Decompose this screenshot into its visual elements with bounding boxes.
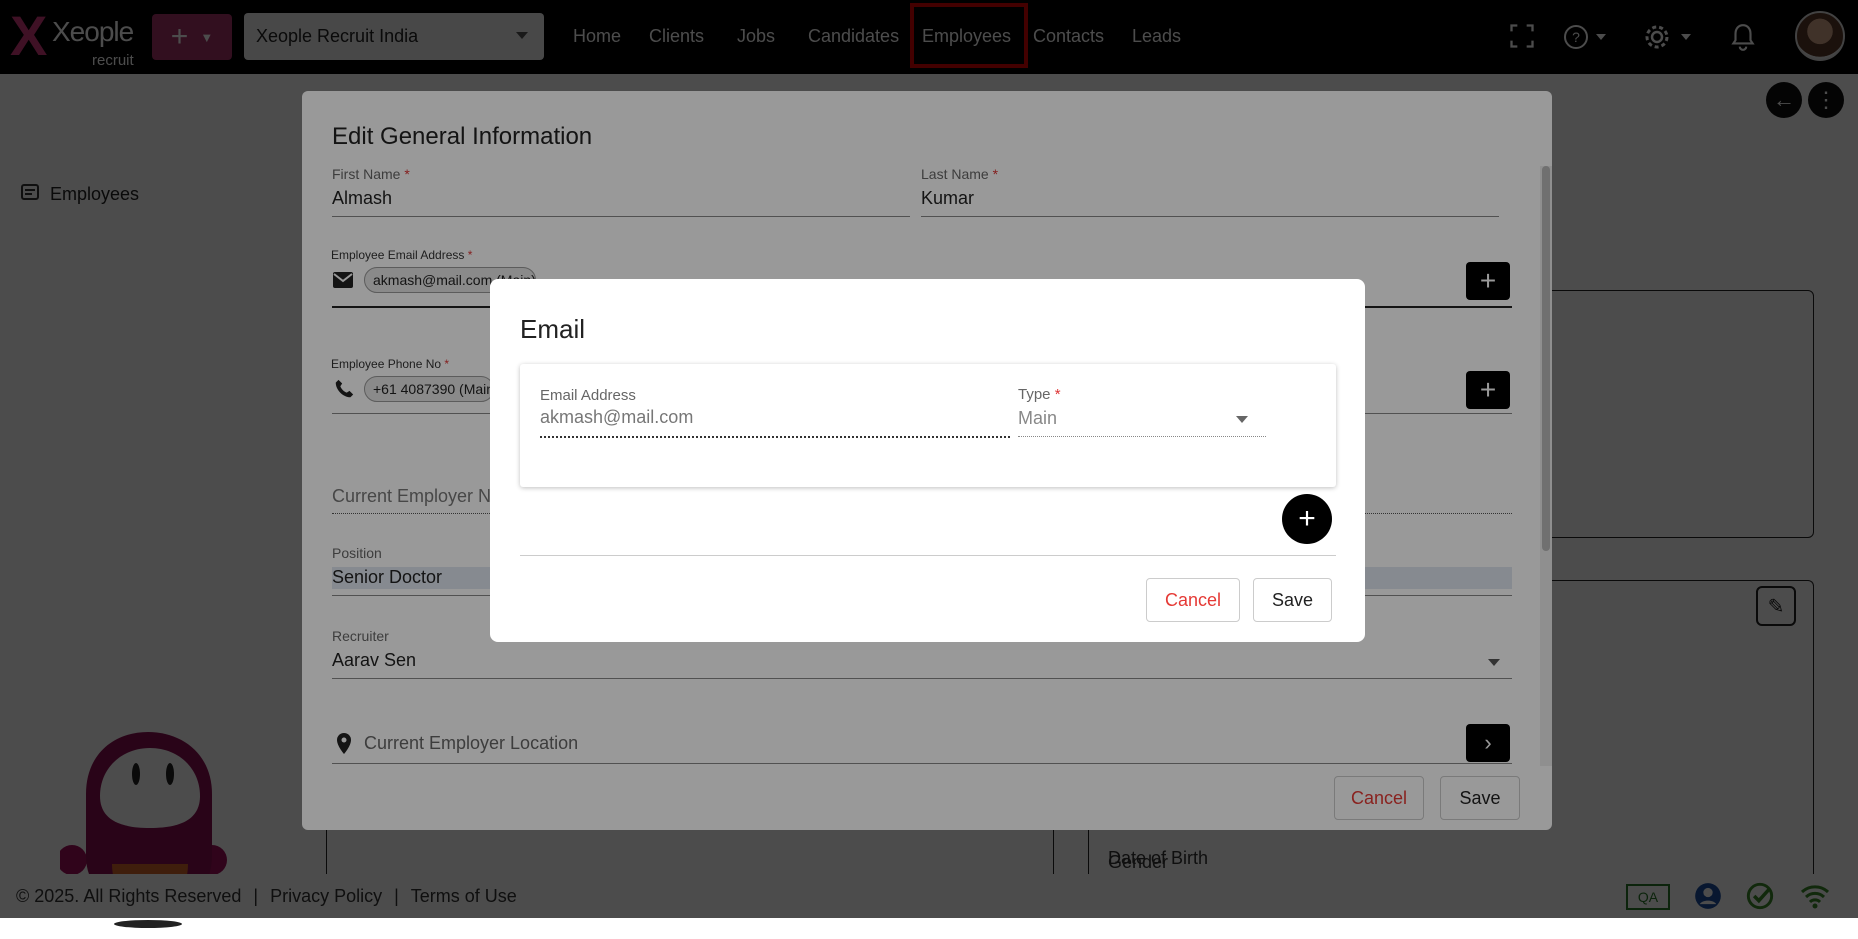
email-address-underline <box>540 436 1010 438</box>
email-dialog: Email Email Address akmash@mail.com Type… <box>490 279 1365 642</box>
email-save-button[interactable]: Save <box>1253 578 1332 622</box>
email-dialog-title: Email <box>520 314 586 344</box>
type-select[interactable]: Main <box>1018 408 1057 429</box>
chevron-down-icon[interactable] <box>1236 416 1248 423</box>
type-label: Type * <box>1018 386 1061 403</box>
add-email-row-button[interactable]: + <box>1282 494 1332 544</box>
divider <box>520 555 1336 556</box>
email-address-label: Email Address <box>540 387 636 404</box>
email-address-input[interactable]: akmash@mail.com <box>540 407 693 428</box>
type-underline <box>1018 436 1266 437</box>
email-cancel-button[interactable]: Cancel <box>1146 578 1240 622</box>
email-entry-card: Email Address akmash@mail.com Type * Mai… <box>520 364 1336 487</box>
plus-icon: + <box>1298 502 1316 535</box>
